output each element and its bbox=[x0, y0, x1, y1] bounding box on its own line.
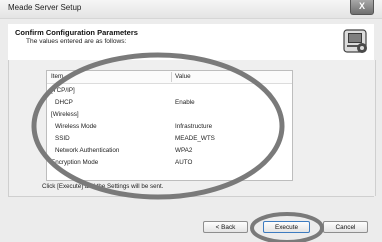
header-subtitle: The values entered are as follows: bbox=[26, 38, 127, 45]
table-row-item: Network Authentication bbox=[55, 147, 120, 154]
title-bar: Meade Server Setup X bbox=[0, 0, 382, 19]
table-row-value: Enable bbox=[175, 99, 195, 106]
column-header-value: Value bbox=[175, 73, 191, 80]
footer-divider bbox=[8, 196, 374, 197]
computer-settings-icon bbox=[343, 29, 367, 53]
table-row-item: Encryption Mode bbox=[51, 159, 99, 166]
setup-window: Meade Server Setup X Confirm Configurati… bbox=[0, 0, 382, 242]
window-title: Meade Server Setup bbox=[8, 3, 82, 12]
table-row-value: WPA2 bbox=[175, 147, 193, 154]
close-button[interactable]: X bbox=[350, 0, 374, 15]
header-title: Confirm Configuration Parameters bbox=[15, 28, 138, 37]
cancel-button[interactable]: Cancel bbox=[323, 221, 368, 233]
table-row-item: [Wireless] bbox=[51, 111, 79, 118]
table-header: Item Value bbox=[47, 71, 292, 84]
execute-button[interactable]: Execute bbox=[263, 221, 310, 233]
column-header-item: Item bbox=[51, 73, 64, 80]
table-row-value: MEADE_WTS bbox=[175, 135, 215, 142]
back-button[interactable]: < Back bbox=[203, 221, 248, 233]
table-row-value: AUTO bbox=[175, 159, 193, 166]
wizard-header: Confirm Configuration Parameters The val… bbox=[8, 24, 374, 61]
table-row-item: DHCP bbox=[55, 99, 73, 106]
table-row-item: [TCP/IP] bbox=[51, 87, 75, 94]
table-row-item: Wireless Mode bbox=[55, 123, 97, 130]
parameters-table[interactable]: Item Value [TCP/IP] DHCP Enable [Wireles… bbox=[46, 70, 293, 181]
table-row-item: SSID bbox=[55, 135, 70, 142]
footer-note: Click [Execute] and the Settings will be… bbox=[42, 183, 164, 190]
column-separator[interactable] bbox=[171, 72, 172, 82]
table-row-value: Infrastructure bbox=[175, 123, 213, 130]
